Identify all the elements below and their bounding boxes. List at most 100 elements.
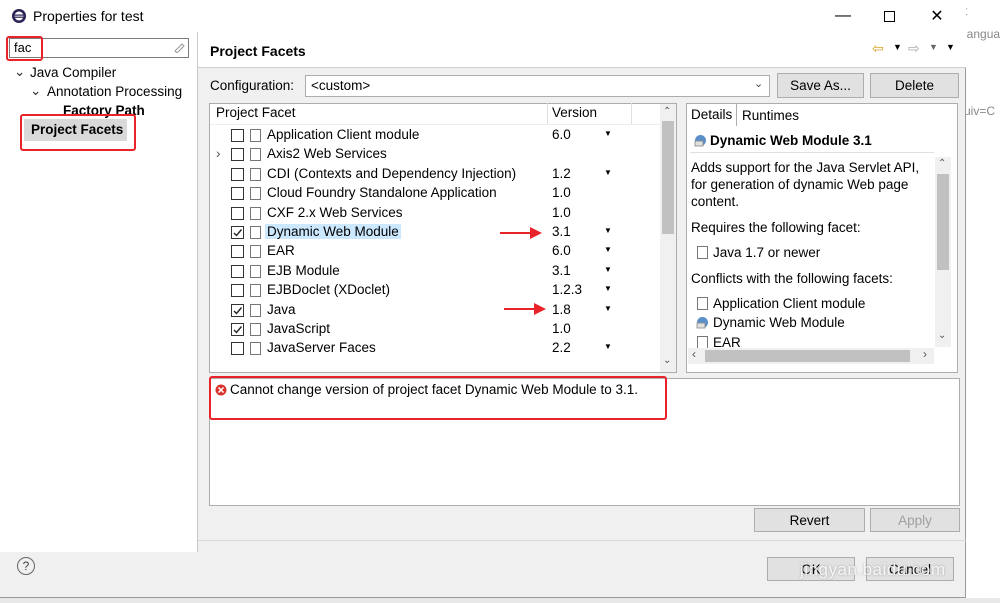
facet-icon (250, 264, 261, 278)
facet-version[interactable]: 1.0 (552, 205, 571, 220)
table-row[interactable]: CDI (Contexts and Dependency Injection) 1… (212, 165, 658, 184)
facet-icon (250, 284, 261, 298)
delete-button[interactable]: Delete (870, 73, 959, 98)
table-row[interactable]: Cloud Foundry Standalone Application 1.0 (212, 184, 658, 203)
facet-checkbox[interactable] (231, 148, 244, 162)
annotation-arrow (504, 302, 546, 319)
facet-name: JavaServer Faces (267, 340, 376, 356)
facet-version[interactable]: 3.1 (552, 263, 571, 278)
facet-version[interactable]: 1.8 (552, 302, 571, 317)
facet-checkbox[interactable] (231, 264, 244, 278)
version-dropdown-icon[interactable]: ▼ (604, 168, 612, 177)
facet-checkbox[interactable] (231, 187, 244, 201)
column-divider[interactable] (631, 103, 632, 124)
close-icon[interactable]: ✕ (914, 0, 960, 32)
conflicts-label: Conflicts with the following facets: (691, 271, 893, 286)
facet-version[interactable]: 3.1 (552, 224, 571, 239)
requires-item: Java 1.7 or newer (713, 245, 821, 260)
revert-button[interactable]: Revert (754, 508, 865, 532)
tree-item-java-compiler[interactable]: Java Compiler (30, 65, 116, 80)
table-row[interactable]: › Axis2 Web Services (212, 145, 658, 164)
configuration-combo[interactable]: <custom> (305, 75, 770, 97)
scroll-thumb[interactable] (937, 174, 949, 270)
expand-chevron-icon[interactable]: › (216, 146, 221, 161)
facet-checkbox[interactable] (231, 167, 244, 181)
forward-arrow-icon[interactable]: ⇨ (908, 40, 920, 57)
help-icon[interactable]: ? (17, 557, 35, 575)
facet-name: Java (267, 301, 296, 317)
tab-details-label: Details (691, 107, 733, 122)
facet-version[interactable]: 1.2 (552, 166, 571, 181)
table-row[interactable]: EJB Module 3.1 ▼ (212, 262, 658, 281)
facet-name: EJBDoclet (XDoclet) (267, 282, 391, 298)
version-dropdown-icon[interactable]: ▼ (604, 226, 612, 235)
details-description: Adds support for the Java Servlet API, f… (691, 160, 920, 209)
facet-icon (250, 245, 261, 259)
table-row[interactable]: Java 1.8 ▼ (212, 301, 658, 320)
view-menu-icon[interactable]: ▼ (946, 42, 955, 52)
facet-checkbox[interactable] (231, 226, 244, 239)
scroll-up-icon[interactable]: ⌃ (938, 158, 946, 169)
background-editor: t langua uiv=C (964, 0, 1000, 603)
table-row[interactable]: EAR 6.0 ▼ (212, 242, 658, 261)
column-header-facet[interactable]: Project Facet (216, 105, 296, 120)
expand-chevron-icon[interactable]: ⌄ (30, 83, 41, 99)
version-dropdown-icon[interactable]: ▼ (604, 342, 612, 351)
version-dropdown-icon[interactable]: ▼ (604, 129, 612, 138)
facet-checkbox[interactable] (231, 206, 244, 220)
page-header (198, 32, 966, 68)
column-divider[interactable] (547, 103, 548, 124)
tree-item-annotation-processing[interactable]: Annotation Processing (47, 84, 182, 99)
scroll-up-icon[interactable]: ⌃ (663, 106, 671, 117)
version-dropdown-icon[interactable]: ▼ (604, 304, 612, 313)
scroll-thumb[interactable] (662, 121, 674, 234)
watermark: jingyan.baidu.com (800, 560, 946, 579)
table-row[interactable]: CXF 2.x Web Services 1.0 (212, 204, 658, 223)
facet-version[interactable]: 1.0 (552, 321, 571, 336)
column-header-version[interactable]: Version (552, 105, 597, 120)
facet-version[interactable]: 1.2.3 (552, 282, 582, 297)
version-dropdown-icon[interactable]: ▼ (604, 265, 612, 274)
facet-icon (250, 187, 261, 201)
facet-version[interactable]: 2.2 (552, 340, 571, 355)
version-dropdown-icon[interactable]: ▼ (604, 245, 612, 254)
sash[interactable] (197, 32, 198, 552)
facet-icon (250, 303, 261, 317)
expand-chevron-icon[interactable]: ⌄ (14, 64, 25, 80)
scroll-down-icon[interactable]: ⌄ (663, 355, 671, 366)
facet-version[interactable]: 6.0 (552, 243, 571, 258)
facet-name: JavaScript (267, 321, 331, 336)
scroll-down-icon[interactable]: ⌄ (938, 330, 946, 341)
dropdown-icon[interactable]: ▼ (893, 42, 902, 52)
scroll-left-icon[interactable]: ‹ (692, 347, 696, 361)
facet-version[interactable]: 1.0 (552, 185, 571, 200)
clear-filter-icon[interactable] (173, 41, 185, 54)
table-row[interactable]: JavaScript 1.0 (212, 320, 658, 339)
help-label: ? (22, 559, 30, 573)
maximize-icon[interactable] (866, 0, 912, 32)
minimize-icon[interactable]: — (820, 0, 866, 32)
save-as-button[interactable]: Save As... (777, 73, 864, 98)
dropdown-icon[interactable]: ▼ (929, 42, 938, 52)
facet-checkbox[interactable] (231, 245, 244, 259)
back-arrow-icon[interactable]: ⇦ (872, 40, 884, 57)
facet-checkbox[interactable] (231, 323, 244, 336)
table-row[interactable]: Application Client module 6.0 ▼ (212, 126, 658, 145)
table-row[interactable]: Dynamic Web Module 3.1 ▼ (212, 223, 658, 242)
window-title: Properties for test (33, 8, 144, 24)
table-row[interactable]: JavaServer Faces 2.2 ▼ (212, 339, 658, 358)
facet-version[interactable]: 6.0 (552, 127, 571, 142)
version-dropdown-icon[interactable]: ▼ (604, 284, 612, 293)
scroll-right-icon[interactable]: › (923, 347, 927, 361)
facet-icon (250, 148, 261, 162)
apply-button[interactable]: Apply (870, 508, 960, 532)
tab-runtimes[interactable]: Runtimes (742, 108, 799, 123)
table-row[interactable]: EJBDoclet (XDoclet) 1.2.3 ▼ (212, 281, 658, 300)
facet-checkbox[interactable] (231, 284, 244, 298)
facet-checkbox[interactable] (231, 303, 244, 317)
facet-checkbox[interactable] (231, 342, 244, 356)
chevron-down-icon[interactable]: ⌄ (754, 77, 763, 90)
scroll-thumb[interactable] (705, 350, 910, 362)
facet-checkbox[interactable] (231, 129, 244, 142)
configuration-label: Configuration: (210, 78, 295, 93)
